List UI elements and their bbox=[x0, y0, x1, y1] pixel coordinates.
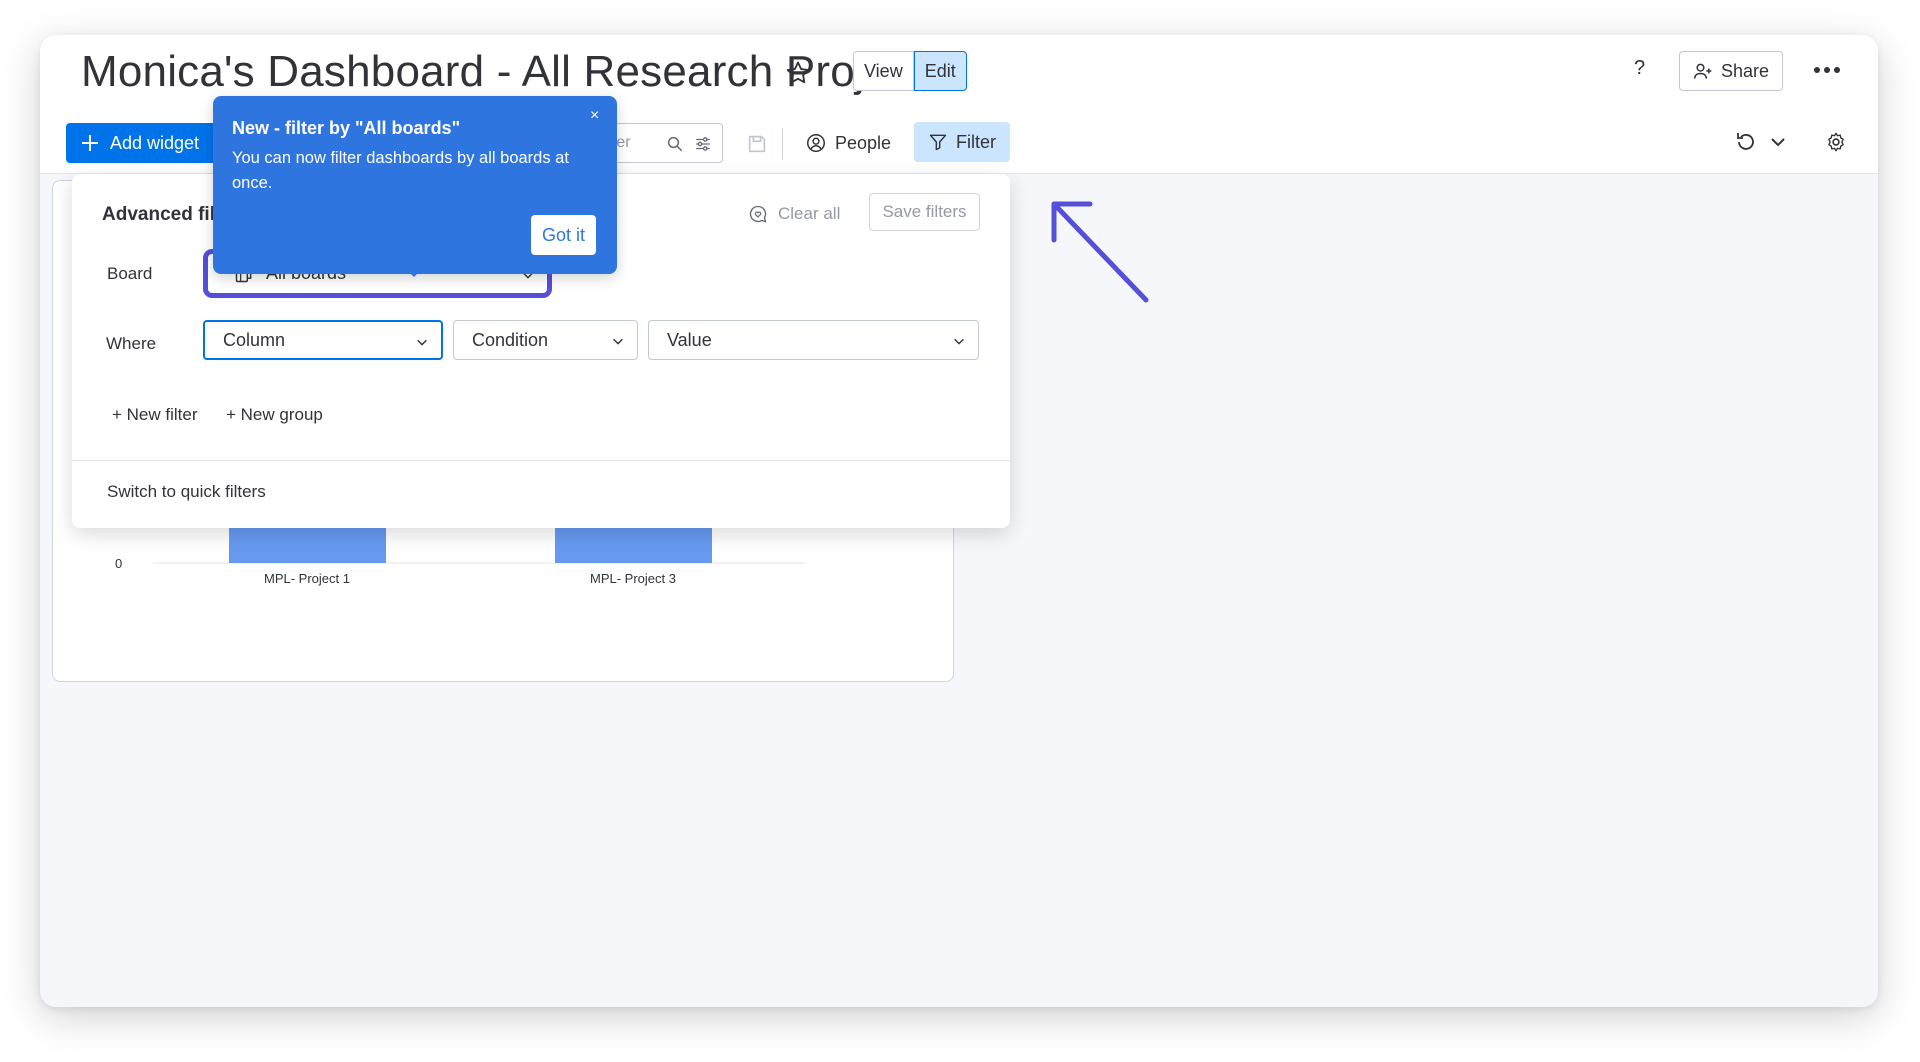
toolbar-divider bbox=[782, 128, 783, 160]
search-icon bbox=[667, 136, 683, 152]
view-button[interactable]: View bbox=[853, 51, 914, 91]
chevron-down-icon bbox=[613, 338, 623, 345]
plus-icon bbox=[82, 135, 98, 151]
filter-label: Filter bbox=[956, 131, 996, 152]
more-options-icon[interactable] bbox=[1812, 57, 1842, 83]
condition-dropdown[interactable]: Condition bbox=[453, 320, 638, 360]
view-edit-toggle: View Edit bbox=[853, 51, 967, 91]
board-label: Board bbox=[107, 264, 153, 283]
share-button[interactable]: Share bbox=[1679, 51, 1783, 91]
tooltip-pointer bbox=[404, 267, 424, 277]
undo-icon[interactable] bbox=[1734, 130, 1758, 154]
got-it-button[interactable]: Got it bbox=[531, 215, 596, 255]
value-dropdown[interactable]: Value bbox=[648, 320, 979, 360]
new-feature-tooltip: New - filter by "All boards" You can now… bbox=[213, 96, 617, 274]
where-label: Where bbox=[106, 334, 157, 353]
person-icon bbox=[807, 134, 825, 152]
star-icon[interactable] bbox=[784, 59, 812, 87]
add-person-icon bbox=[1693, 63, 1712, 79]
edit-button[interactable]: Edit bbox=[913, 51, 967, 91]
column-placeholder: Column bbox=[223, 329, 286, 350]
save-icon[interactable] bbox=[746, 133, 768, 155]
x-tick-project-1: MPL- Project 1 bbox=[264, 571, 350, 586]
clear-all-label: Clear all bbox=[778, 204, 841, 223]
help-button[interactable]: ? bbox=[1634, 57, 1645, 80]
new-filter-button[interactable]: + New filter bbox=[112, 405, 198, 425]
app-window: Monica's Dashboard - All Research Projec… bbox=[40, 35, 1878, 1007]
gear-icon[interactable] bbox=[1825, 131, 1847, 153]
column-dropdown[interactable]: Column bbox=[203, 320, 443, 360]
people-filter-button[interactable]: People bbox=[797, 125, 899, 161]
settings-sliders-icon[interactable] bbox=[694, 135, 712, 153]
condition-placeholder: Condition bbox=[472, 329, 549, 350]
add-widget-label: Add widget bbox=[110, 132, 200, 153]
x-tick-project-3: MPL- Project 3 bbox=[590, 571, 676, 586]
tooltip-close-button[interactable]: × bbox=[590, 107, 599, 125]
share-label: Share bbox=[1720, 60, 1770, 81]
new-group-button[interactable]: + New group bbox=[226, 405, 323, 425]
tooltip-body: You can now filter dashboards by all boa… bbox=[232, 149, 569, 192]
page-title: Monica's Dashboard - All Research Projec… bbox=[81, 47, 947, 96]
y-tick-0: 0 bbox=[115, 556, 122, 571]
funnel-icon bbox=[929, 134, 947, 151]
people-label: People bbox=[835, 132, 892, 153]
switch-to-quick-filters-button[interactable]: Switch to quick filters bbox=[107, 482, 266, 502]
value-placeholder: Value bbox=[667, 329, 712, 350]
clear-all-button[interactable]: Clear all bbox=[748, 204, 840, 224]
tooltip-title: New - filter by "All boards" bbox=[232, 118, 461, 138]
filter-button[interactable]: Filter bbox=[914, 122, 1010, 162]
panel-divider bbox=[72, 460, 1010, 461]
annotation-arrow-icon bbox=[1051, 201, 1149, 303]
chevron-down-icon bbox=[954, 338, 964, 345]
save-filters-button[interactable]: Save filters bbox=[869, 193, 980, 231]
chevron-down-icon bbox=[417, 339, 427, 346]
chevron-down-icon[interactable] bbox=[1770, 134, 1786, 150]
chat-heart-icon bbox=[749, 205, 767, 223]
